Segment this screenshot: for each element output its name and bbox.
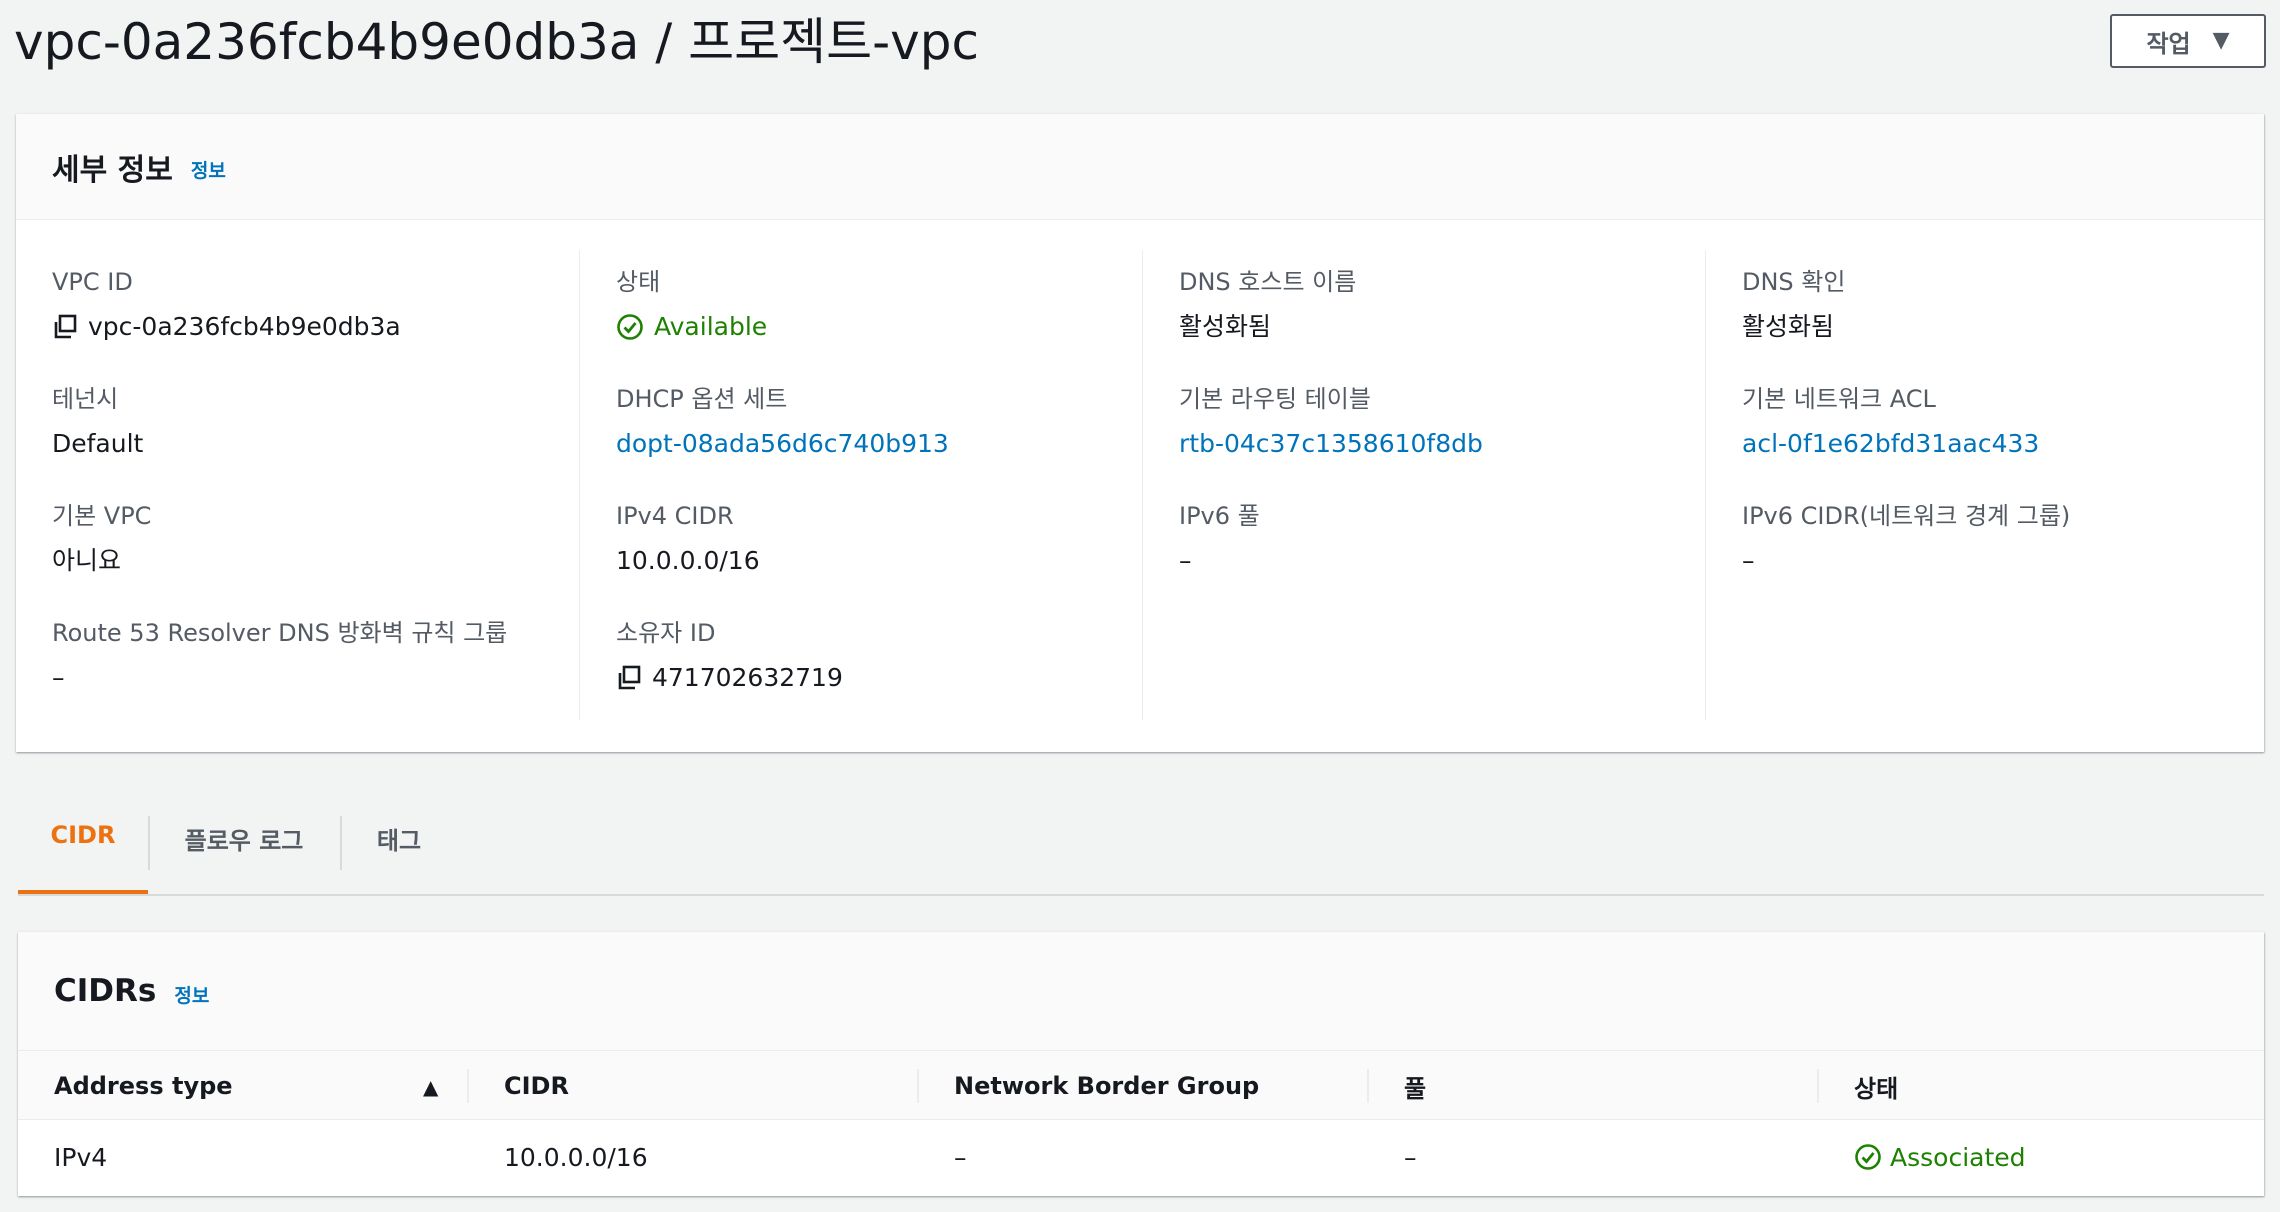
field-label: VPC ID: [52, 268, 133, 296]
field-value: Default: [52, 429, 144, 458]
field-value: vpc-0a236fcb4b9e0db3a: [52, 310, 579, 344]
sort-ascending-icon[interactable]: ▲: [423, 1075, 438, 1099]
check-circle-icon: [616, 313, 644, 341]
column-header-address-type[interactable]: Address type: [18, 1051, 468, 1121]
field-route53-firewall: Route 53 Resolver DNS 방화벽 규칙 그룹 –: [52, 601, 579, 718]
details-column-4: DNS 확인 활성화됨 기본 네트워크 ACL acl-0f1e62bfd31a…: [1705, 250, 2264, 720]
field-label: IPv6 CIDR(네트워크 경계 그룹): [1742, 502, 2071, 530]
field-value: 10.0.0.0/16: [616, 546, 760, 575]
table-row[interactable]: IPv4 10.0.0.0/16 – – Associated: [18, 1120, 2264, 1194]
field-dns-resolution: DNS 확인 활성화됨: [1742, 250, 2264, 367]
tab-flow-logs[interactable]: 플로우 로그: [148, 780, 340, 896]
cell-network-border-group: –: [954, 1142, 967, 1172]
field-dns-hostnames: DNS 호스트 이름 활성화됨: [1179, 250, 1705, 367]
copy-icon[interactable]: [616, 665, 642, 691]
copy-icon[interactable]: [52, 314, 78, 340]
cidrs-panel: CIDRs 정보 Address type ▲ CIDR Network Bor…: [18, 932, 2264, 1196]
field-value: –: [52, 663, 65, 692]
cidrs-title: CIDRs: [54, 973, 157, 1009]
field-label: Route 53 Resolver DNS 방화벽 규칙 그룹: [52, 619, 508, 647]
field-main-network-acl: 기본 네트워크 ACL acl-0f1e62bfd31aac433: [1742, 367, 2264, 484]
cell-state-label: Associated: [1890, 1142, 2026, 1172]
field-vpc-id: VPC ID vpc-0a236fcb4b9e0db3a: [52, 250, 579, 367]
field-ipv6-cidr: IPv6 CIDR(네트워크 경계 그룹) –: [1742, 484, 2264, 601]
details-column-3: DNS 호스트 이름 활성화됨 기본 라우팅 테이블 rtb-04c37c135…: [1142, 250, 1705, 720]
tab-tags[interactable]: 태그: [340, 780, 458, 896]
field-label: DNS 확인: [1742, 268, 1846, 296]
field-value: 활성화됨: [1179, 312, 1272, 341]
field-label: 기본 네트워크 ACL: [1742, 385, 1936, 413]
caret-down-icon: ▼: [2212, 28, 2230, 53]
route-table-link[interactable]: rtb-04c37c1358610f8db: [1179, 427, 1705, 461]
table-header: Address type ▲ CIDR Network Border Group…: [18, 1050, 2264, 1120]
field-value: –: [1179, 546, 1192, 575]
cell-cidr: 10.0.0.0/16: [504, 1142, 648, 1172]
field-label: 기본 VPC: [52, 502, 152, 530]
vpc-id-value: vpc-0a236fcb4b9e0db3a: [88, 312, 401, 341]
field-label: DHCP 옵션 세트: [616, 385, 788, 413]
field-dhcp-options: DHCP 옵션 세트 dopt-08ada56d6c740b913: [616, 367, 1142, 484]
field-value: –: [1742, 546, 1755, 575]
details-columns: VPC ID vpc-0a236fcb4b9e0db3a 테넌시 Default…: [16, 220, 2264, 752]
column-header-state[interactable]: 상태: [1818, 1051, 2264, 1121]
field-label: 테넌시: [52, 385, 119, 413]
actions-dropdown-button[interactable]: 작업 ▼: [2110, 14, 2266, 68]
field-ipv6-pool: IPv6 풀 –: [1179, 484, 1705, 601]
field-label: IPv6 풀: [1179, 502, 1260, 530]
tab-bar: CIDR 플로우 로그 태그: [18, 780, 2264, 896]
field-label: IPv4 CIDR: [616, 502, 734, 530]
field-label: 기본 라우팅 테이블: [1179, 385, 1371, 413]
check-circle-icon: [1854, 1143, 1882, 1171]
field-value: 아니요: [52, 546, 122, 575]
field-label: 상태: [616, 268, 661, 296]
cell-state: Associated: [1818, 1120, 2026, 1194]
details-column-2: 상태 Available DHCP 옵션 세트 dopt-08ada56d6c7…: [579, 250, 1142, 720]
column-header-cidr[interactable]: CIDR: [468, 1051, 918, 1121]
field-owner-id: 소유자 ID 471702632719: [616, 601, 1142, 718]
field-ipv4-cidr: IPv4 CIDR 10.0.0.0/16: [616, 484, 1142, 601]
cell-pool: –: [1404, 1142, 1417, 1172]
cell-address-type: IPv4: [54, 1142, 108, 1172]
field-label: DNS 호스트 이름: [1179, 268, 1357, 296]
field-default-vpc: 기본 VPC 아니요: [52, 484, 579, 601]
network-acl-link[interactable]: acl-0f1e62bfd31aac433: [1742, 427, 2264, 461]
tab-cidr[interactable]: CIDR: [18, 780, 148, 894]
column-header-pool[interactable]: 풀: [1368, 1051, 1818, 1121]
page-header: vpc-0a236fcb4b9e0db3a / 프로젝트-vpc 작업 ▼: [0, 0, 2280, 110]
details-panel: 세부 정보 정보 VPC ID vpc-0a236fcb4b9e0db3a 테넌…: [16, 114, 2264, 752]
field-label: 소유자 ID: [616, 619, 716, 647]
field-value: 471702632719: [616, 661, 1142, 695]
page-title: vpc-0a236fcb4b9e0db3a / 프로젝트-vpc: [14, 13, 979, 71]
details-column-1: VPC ID vpc-0a236fcb4b9e0db3a 테넌시 Default…: [16, 250, 579, 720]
field-main-route-table: 기본 라우팅 테이블 rtb-04c37c1358610f8db: [1179, 367, 1705, 484]
field-tenancy: 테넌시 Default: [52, 367, 579, 484]
cidrs-info-link[interactable]: 정보: [174, 981, 209, 1008]
cidrs-panel-header: CIDRs 정보: [18, 932, 2264, 1050]
details-title: 세부 정보: [52, 152, 173, 188]
actions-button-label: 작업: [2146, 29, 2191, 58]
details-panel-header: 세부 정보 정보: [16, 114, 2264, 220]
field-value: Available: [616, 310, 1142, 344]
owner-id-value: 471702632719: [652, 663, 843, 692]
field-value: 활성화됨: [1742, 312, 1835, 341]
dhcp-options-link[interactable]: dopt-08ada56d6c740b913: [616, 427, 1142, 461]
details-info-link[interactable]: 정보: [191, 156, 226, 183]
field-state: 상태 Available: [616, 250, 1142, 367]
column-header-network-border-group[interactable]: Network Border Group: [918, 1051, 1368, 1121]
state-value: Available: [654, 312, 768, 341]
